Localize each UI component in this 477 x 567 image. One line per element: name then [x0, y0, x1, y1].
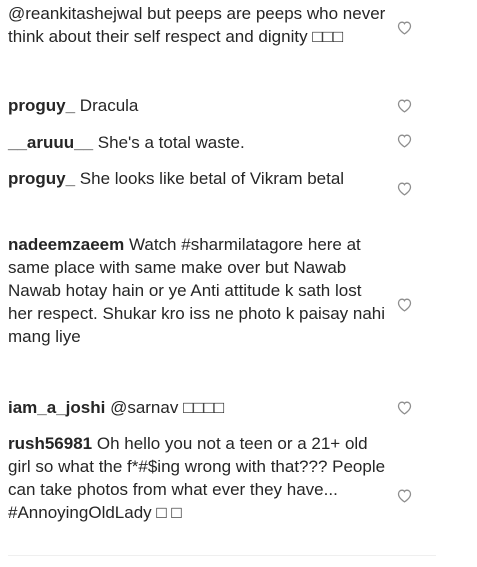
comment-3: __aruuu__ She's a total waste. — [8, 131, 386, 154]
heart-outline-icon — [397, 134, 412, 148]
comment-text: @reankitashejwal but peeps are peeps who… — [8, 4, 386, 46]
comment-1: @reankitashejwal but peeps are peeps who… — [8, 2, 386, 48]
heart-outline-icon — [397, 182, 412, 196]
comment-username[interactable]: proguy_ — [8, 96, 75, 115]
like-button[interactable] — [396, 487, 413, 504]
comment-username[interactable]: nadeemzaeem — [8, 235, 124, 254]
comment-text: She's a total waste. — [97, 133, 245, 152]
like-button[interactable] — [396, 296, 413, 313]
comment-4: proguy_ She looks like betal of Vikram b… — [8, 167, 386, 190]
like-button[interactable] — [396, 97, 413, 114]
heart-outline-icon — [397, 401, 412, 415]
heart-outline-icon — [397, 99, 412, 113]
like-button[interactable] — [396, 132, 413, 149]
divider — [8, 555, 436, 556]
comment-username[interactable]: rush56981 — [8, 434, 92, 453]
like-button[interactable] — [396, 19, 413, 36]
heart-outline-icon — [397, 489, 412, 503]
like-button[interactable] — [396, 399, 413, 416]
heart-outline-icon — [397, 298, 412, 312]
comment-text: She looks like betal of Vikram betal — [79, 169, 345, 188]
heart-outline-icon — [397, 21, 412, 35]
comment-username[interactable]: __aruuu__ — [8, 133, 93, 152]
comment-text: @sarnav □□□□ — [110, 398, 225, 417]
comment-username[interactable]: iam_a_joshi — [8, 398, 105, 417]
comment-6: iam_a_joshi @sarnav □□□□ — [8, 396, 386, 419]
like-button[interactable] — [396, 180, 413, 197]
comment-7: rush56981 Oh hello you not a teen or a 2… — [8, 432, 386, 556]
comment-username[interactable]: proguy_ — [8, 169, 75, 188]
comment-text: Dracula — [79, 96, 139, 115]
comment-5: nadeemzaeem Watch #sharmilatagore here a… — [8, 233, 386, 348]
comment-2: proguy_ Dracula — [8, 94, 386, 117]
